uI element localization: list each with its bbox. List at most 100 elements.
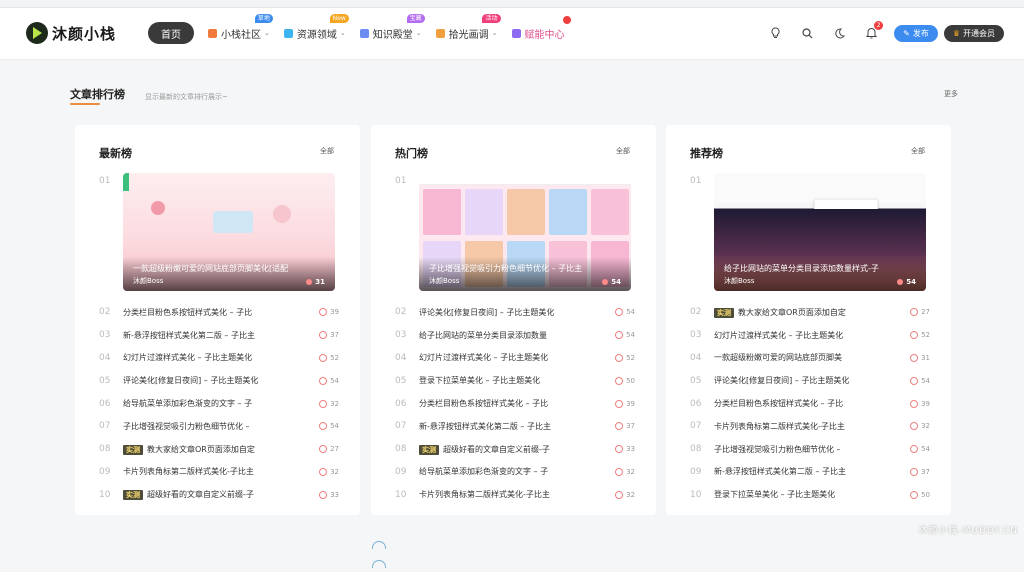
rank-title-text: 教大家给文章OR页面添加自定	[147, 445, 255, 454]
card-all-link[interactable]: 全部	[616, 146, 630, 156]
rank-row[interactable]: 02实测教大家给文章OR页面添加自定27	[690, 301, 930, 324]
rank-row[interactable]: 04幻灯片过渡样式美化 – 子比主题美化52	[99, 347, 339, 370]
notification-bell-icon[interactable]: 2	[862, 24, 880, 42]
rank-list: 02分类栏目粉色系按钮样式美化 – 子比3903新-悬浮按钮样式美化第二版 – …	[99, 301, 339, 506]
rank-title: 幻灯片过渡样式美化 – 子比主题美化	[714, 330, 904, 341]
rank-row[interactable]: 05评论美化[修复日夜间] – 子比主题美化54	[690, 369, 930, 392]
rank-row[interactable]: 07子比增强视觉吸引力粉色细节优化 –54	[99, 415, 339, 438]
rank-number: 08	[99, 444, 123, 454]
nav-item-2[interactable]: 资源领域⌄New	[284, 22, 346, 44]
featured-title: 子比增强视觉吸引力粉色细节优化 – 子比主	[429, 263, 624, 274]
home-icon	[512, 29, 521, 38]
rank-row[interactable]: 04一款超级粉嫩可爱的网站底部页脚美31	[690, 347, 930, 370]
nav-item-1[interactable]: 小栈社区⌄草地	[208, 22, 270, 44]
rank-row[interactable]: 02分类栏目粉色系按钮样式美化 – 子比39	[99, 301, 339, 324]
rank-row[interactable]: 03给子比网站的菜单分类目录添加数量54	[395, 324, 635, 347]
crown-icon: ♛	[953, 29, 960, 38]
search-icon[interactable]	[798, 24, 816, 42]
rank-view-count: 33	[609, 445, 635, 453]
more-link[interactable]: 更多	[944, 89, 958, 99]
cloud-icon	[273, 205, 291, 223]
rank-number: 06	[99, 399, 123, 409]
rank-row[interactable]: 02评论美化[修复日夜间] – 子比主题美化54	[395, 301, 635, 324]
rank-number: 04	[690, 353, 714, 363]
ranking-section-header: 文章排行榜 显示最新的文章排行展示~ 更多	[70, 86, 960, 106]
rank-view-count: 52	[313, 354, 339, 362]
rank-view-count: 54	[904, 445, 930, 453]
rank-title: 实测教大家给文章OR页面添加自定	[123, 444, 313, 455]
rank-title-text: 教大家给文章OR页面添加自定	[738, 308, 846, 317]
rank-row[interactable]: 10卡片列表角标第二版样式美化-子比主32	[395, 483, 635, 506]
rank-title-text: 分类栏目粉色系按钮样式美化 – 子比	[419, 399, 548, 408]
nav-item-label: 拾光画调	[449, 26, 489, 41]
rank-row[interactable]: 06给导航菜单添加彩色渐变的文字 – 子 32	[99, 392, 339, 415]
rank-row[interactable]: 10实测超级好看的文章自定义前缀-子33	[99, 483, 339, 506]
rank-view-count: 54	[313, 377, 339, 385]
featured-article[interactable]: 给子比网站的菜单分类目录添加数量样式-子沐颜Boss54	[714, 173, 926, 291]
rank-title-text: 给导航菜单添加彩色渐变的文字 – 子	[123, 399, 252, 408]
publish-button[interactable]: ✎ 发布	[894, 25, 938, 42]
pencil-icon: ✎	[903, 29, 910, 38]
rank-title: 新-悬浮按钮样式美化第二版 – 子比主	[419, 421, 609, 432]
rank-row[interactable]: 05评论美化[修复日夜间] – 子比主题美化54	[99, 369, 339, 392]
rank-row[interactable]: 03新-悬浮按钮样式美化第二版 – 子比主37	[99, 324, 339, 347]
rank-row[interactable]: 07新-悬浮按钮样式美化第二版 – 子比主37	[395, 415, 635, 438]
rank-title: 登录下拉菜单美化 – 子比主题美化	[714, 489, 904, 500]
rank-row[interactable]: 06分类栏目粉色系按钮样式美化 – 子比39	[690, 392, 930, 415]
card-title: 推荐榜	[690, 145, 723, 161]
nav-item-0[interactable]: 首页	[148, 22, 194, 44]
rank-row[interactable]: 03幻灯片过渡样式美化 – 子比主题美化52	[690, 324, 930, 347]
section-title: 文章排行榜	[70, 86, 125, 102]
rank-number: 10	[690, 490, 714, 500]
rank-row[interactable]: 06分类栏目粉色系按钮样式美化 – 子比39	[395, 392, 635, 415]
rank-title: 新-悬浮按钮样式美化第二版 – 子比主	[714, 466, 904, 477]
rank-row[interactable]: 09卡片列表角标第二版样式美化-子比主32	[99, 461, 339, 484]
rank-row[interactable]: 08实测超级好看的文章自定义前缀-子33	[395, 438, 635, 461]
anime-thumbnail	[591, 189, 629, 235]
rank-row[interactable]: 08子比增强视觉吸引力粉色细节优化 –54	[690, 438, 930, 461]
rank-number: 05	[99, 376, 123, 386]
lightbulb-icon[interactable]	[766, 24, 784, 42]
nav-item-4[interactable]: 拾光画调⌄活动	[436, 22, 498, 44]
rank-title: 实测教大家给文章OR页面添加自定	[714, 307, 904, 318]
ribbon-icon	[123, 173, 129, 191]
rank-row[interactable]: 09给导航菜单添加彩色渐变的文字 – 子32	[395, 461, 635, 484]
featured-article[interactable]: 子比增强视觉吸引力粉色细节优化 – 子比主沐颜Boss54	[419, 173, 631, 291]
chevron-down-icon: ⌄	[492, 29, 498, 37]
rank-title-text: 分类栏目粉色系按钮样式美化 – 子比	[714, 399, 843, 408]
rank-row[interactable]: 05登录下拉菜单美化 – 子比主题美化50	[395, 369, 635, 392]
card-title: 热门榜	[395, 145, 428, 161]
featured-article[interactable]: 一款超级粉嫩可爱的网站底部页脚美化[适配沐颜Boss31	[123, 173, 335, 291]
rank-title-text: 新-悬浮按钮样式美化第二版 – 子比主	[419, 422, 551, 431]
rank-title-text: 评论美化[修复日夜间] – 子比主题美化	[419, 308, 554, 317]
rank-view-count: 32	[313, 400, 339, 408]
rank-row[interactable]: 08实测教大家给文章OR页面添加自定27	[99, 438, 339, 461]
rank-number: 03	[395, 330, 419, 340]
nav-badge: New	[330, 14, 349, 23]
rank-title-text: 幻灯片过渡样式美化 – 子比主题美化	[419, 353, 548, 362]
rank-title-text: 给导航菜单添加彩色渐变的文字 – 子	[419, 467, 548, 476]
rank-view-count: 37	[313, 331, 339, 339]
rank-number: 05	[690, 376, 714, 386]
rank-row[interactable]: 07卡片列表角标第二版样式美化-子比主32	[690, 415, 930, 438]
vip-button[interactable]: ♛ 开通会员	[944, 25, 1004, 42]
rank-row[interactable]: 09新-悬浮按钮样式美化第二版 – 子比主37	[690, 461, 930, 484]
nav-item-label: 小栈社区	[221, 26, 261, 41]
rank-number: 03	[99, 330, 123, 340]
nav-item-5[interactable]: 赋能中心	[512, 22, 565, 44]
logo-icon	[26, 22, 48, 44]
rank-view-count: 37	[904, 468, 930, 476]
rank-view-count: 54	[609, 331, 635, 339]
rank-title: 一款超级粉嫩可爱的网站底部页脚美	[714, 352, 904, 363]
card-all-link[interactable]: 全部	[911, 146, 925, 156]
rank-row[interactable]: 04幻灯片过渡样式美化 – 子比主题美化52	[395, 347, 635, 370]
anime-thumbnail	[507, 189, 545, 235]
card-all-link[interactable]: 全部	[320, 146, 334, 156]
site-logo[interactable]: 沐颜小栈	[26, 22, 116, 44]
rank-row[interactable]: 10登录下拉菜单美化 – 子比主题美化50	[690, 483, 930, 506]
section-title-underline	[70, 103, 100, 105]
rank-title: 子比增强视觉吸引力粉色细节优化 –	[714, 444, 904, 455]
rank-title-text: 登录下拉菜单美化 – 子比主题美化	[419, 376, 540, 385]
nav-item-3[interactable]: 知识殿堂⌄宝藏	[360, 22, 422, 44]
dark-mode-moon-icon[interactable]	[830, 24, 848, 42]
